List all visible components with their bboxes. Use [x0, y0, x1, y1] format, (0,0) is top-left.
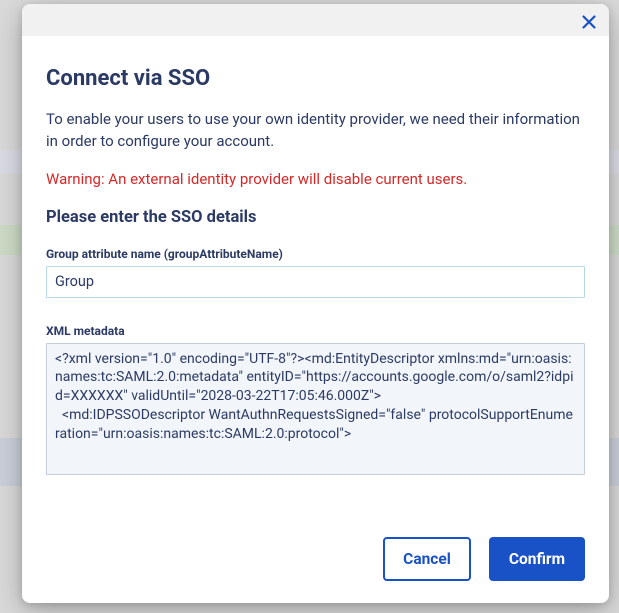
- group-attribute-input[interactable]: [46, 266, 585, 298]
- sso-connect-modal: Connect via SSO To enable your users to …: [22, 4, 609, 603]
- modal-header: [22, 4, 609, 36]
- modal-body: Connect via SSO To enable your users to …: [22, 36, 609, 523]
- modal-title: Connect via SSO: [46, 66, 585, 91]
- group-attribute-label: Group attribute name (groupAttributeName…: [46, 247, 585, 261]
- xml-metadata-label: XML metadata: [46, 324, 585, 338]
- close-icon: [581, 14, 597, 30]
- group-attribute-field-group: Group attribute name (groupAttributeName…: [46, 247, 585, 298]
- xml-metadata-input[interactable]: <?xml version="1.0" encoding="UTF-8"?><m…: [46, 343, 585, 475]
- intro-text: To enable your users to use your own ide…: [46, 109, 585, 153]
- background-decoration: [609, 150, 619, 174]
- confirm-button[interactable]: Confirm: [489, 537, 585, 581]
- modal-footer: Cancel Confirm: [22, 523, 609, 603]
- xml-metadata-field-group: XML metadata <?xml version="1.0" encodin…: [46, 324, 585, 479]
- close-button[interactable]: [577, 10, 601, 34]
- background-decoration: [0, 150, 22, 174]
- sso-details-heading: Please enter the SSO details: [46, 208, 585, 227]
- cancel-button[interactable]: Cancel: [383, 537, 471, 581]
- warning-text: Warning: An external identity provider w…: [46, 169, 585, 190]
